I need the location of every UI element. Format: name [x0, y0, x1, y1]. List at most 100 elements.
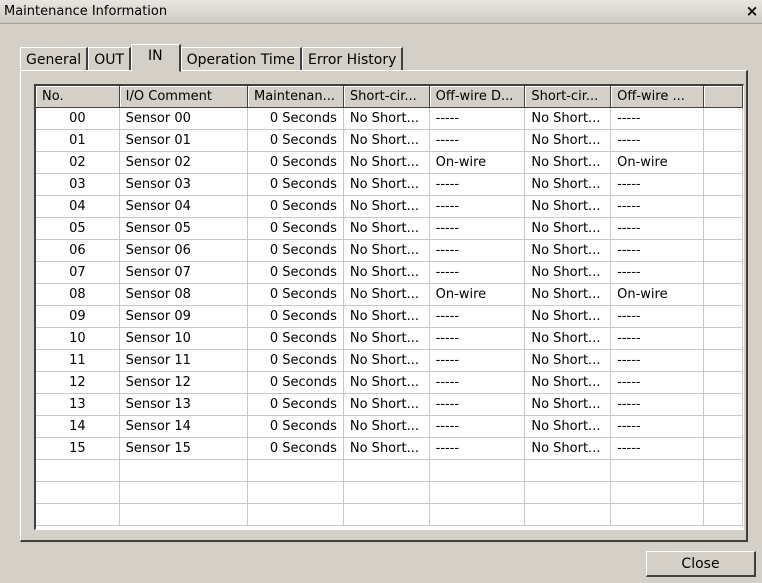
cell-filler: [703, 173, 743, 196]
cell-no: 04: [36, 195, 120, 218]
cell-maintenance: 0 Seconds: [247, 283, 344, 306]
title-bar: Maintenance Information ×: [0, 0, 762, 24]
cell-io-comment: Sensor 10: [119, 327, 249, 350]
empty-cell: [343, 481, 430, 504]
cell-off-wire: -----: [429, 349, 526, 372]
cell-short-circuit-2: No Short...: [524, 283, 612, 306]
table-row[interactable]: 07 Sensor 07 0 Seconds No Short... ----- No S…: [36, 261, 743, 284]
cell-io-comment: Sensor 13: [119, 393, 249, 416]
table-row[interactable]: 15 Sensor 15 0 Seconds No Short... ----- No S…: [36, 437, 743, 460]
empty-cell: [36, 459, 120, 482]
table-row[interactable]: 00 Sensor 00 0 Seconds No Short... ----- No S…: [36, 107, 743, 130]
table-row[interactable]: 05 Sensor 05 0 Seconds No Short... ----- No S…: [36, 217, 743, 240]
column-header-maintenance[interactable]: Maintenan...: [247, 86, 344, 108]
tab-in[interactable]: IN: [131, 44, 181, 72]
tab-out[interactable]: OUT: [88, 47, 132, 71]
table-row[interactable]: 12 Sensor 12 0 Seconds No Short... ----- No S…: [36, 371, 743, 394]
cell-off-wire: -----: [429, 437, 526, 460]
cell-short-circuit: No Short...: [343, 371, 430, 394]
cell-off-wire-2: -----: [610, 437, 705, 460]
empty-row: [36, 459, 743, 482]
empty-cell: [524, 503, 612, 526]
table-row[interactable]: 13 Sensor 13 0 Seconds No Short... ----- No S…: [36, 393, 743, 416]
cell-io-comment: Sensor 02: [119, 151, 249, 174]
empty-cell: [429, 459, 526, 482]
empty-cell: [343, 503, 430, 526]
sensor-grid[interactable]: No. I/O Comment Maintenan... Short-cir..…: [34, 84, 744, 530]
cell-no: 14: [36, 415, 120, 438]
table-body: 00 Sensor 00 0 Seconds No Short... ----- No S…: [36, 107, 743, 526]
cell-maintenance: 0 Seconds: [247, 393, 344, 416]
cell-filler: [703, 151, 743, 174]
table-row[interactable]: 09 Sensor 09 0 Seconds No Short... ----- No S…: [36, 305, 743, 328]
column-header-io-comment[interactable]: I/O Comment: [119, 86, 249, 108]
cell-off-wire: -----: [429, 195, 526, 218]
cell-short-circuit: No Short...: [343, 151, 430, 174]
cell-off-wire-2: -----: [610, 261, 705, 284]
close-button[interactable]: Close: [646, 551, 756, 577]
cell-maintenance: 0 Seconds: [247, 151, 344, 174]
cell-short-circuit-2: No Short...: [524, 107, 612, 130]
cell-io-comment: Sensor 09: [119, 305, 249, 328]
cell-no: 08: [36, 283, 120, 306]
cell-no: 12: [36, 371, 120, 394]
empty-row: [36, 503, 743, 526]
empty-cell: [524, 459, 612, 482]
tab-general[interactable]: General: [20, 47, 89, 71]
cell-no: 00: [36, 107, 120, 130]
cell-off-wire: -----: [429, 261, 526, 284]
table-row[interactable]: 14 Sensor 14 0 Seconds No Short... ----- No S…: [36, 415, 743, 438]
cell-short-circuit-2: No Short...: [524, 173, 612, 196]
cell-short-circuit: No Short...: [343, 129, 430, 152]
cell-off-wire: -----: [429, 371, 526, 394]
column-header-off-wire-2[interactable]: Off-wire ...: [610, 86, 705, 108]
tab-operation-time[interactable]: Operation Time: [180, 47, 303, 71]
empty-cell: [429, 503, 526, 526]
column-header-short-circuit[interactable]: Short-cir...: [343, 86, 430, 108]
cell-io-comment: Sensor 07: [119, 261, 249, 284]
table-row[interactable]: 01 Sensor 01 0 Seconds No Short... ----- No S…: [36, 129, 743, 152]
close-icon[interactable]: ×: [744, 3, 760, 19]
cell-no: 03: [36, 173, 120, 196]
empty-cell: [703, 459, 743, 482]
table-row[interactable]: 10 Sensor 10 0 Seconds No Short... ----- No S…: [36, 327, 743, 350]
cell-no: 05: [36, 217, 120, 240]
cell-short-circuit: No Short...: [343, 327, 430, 350]
empty-cell: [610, 481, 705, 504]
cell-off-wire: -----: [429, 107, 526, 130]
table-row[interactable]: 04 Sensor 04 0 Seconds No Short... ----- No S…: [36, 195, 743, 218]
cell-maintenance: 0 Seconds: [247, 305, 344, 328]
cell-maintenance: 0 Seconds: [247, 327, 344, 350]
cell-maintenance: 0 Seconds: [247, 195, 344, 218]
cell-no: 10: [36, 327, 120, 350]
table-row[interactable]: 02 Sensor 02 0 Seconds No Short... On-wire No…: [36, 151, 743, 174]
cell-short-circuit: No Short...: [343, 305, 430, 328]
column-header-no[interactable]: No.: [36, 86, 120, 108]
cell-off-wire-2: -----: [610, 239, 705, 262]
column-header-off-wire-detection[interactable]: Off-wire D...: [429, 86, 526, 108]
cell-io-comment: Sensor 01: [119, 129, 249, 152]
table-row[interactable]: 08 Sensor 08 0 Seconds No Short... On-wire No…: [36, 283, 743, 306]
cell-short-circuit-2: No Short...: [524, 129, 612, 152]
cell-no: 06: [36, 239, 120, 262]
cell-off-wire: -----: [429, 239, 526, 262]
cell-filler: [703, 283, 743, 306]
table-row[interactable]: 03 Sensor 03 0 Seconds No Short... ----- No S…: [36, 173, 743, 196]
cell-io-comment: Sensor 04: [119, 195, 249, 218]
cell-short-circuit: No Short...: [343, 107, 430, 130]
cell-filler: [703, 239, 743, 262]
cell-filler: [703, 371, 743, 394]
empty-cell: [247, 503, 344, 526]
cell-filler: [703, 437, 743, 460]
column-header-filler: [703, 86, 743, 108]
sensor-table: No. I/O Comment Maintenan... Short-cir..…: [36, 86, 743, 526]
cell-io-comment: Sensor 12: [119, 371, 249, 394]
empty-cell: [247, 481, 344, 504]
column-header-short-circuit-2[interactable]: Short-cir...: [524, 86, 612, 108]
tab-error-history[interactable]: Error History: [302, 47, 404, 71]
cell-off-wire-2: -----: [610, 371, 705, 394]
table-row[interactable]: 11 Sensor 11 0 Seconds No Short... ----- No S…: [36, 349, 743, 372]
table-row[interactable]: 06 Sensor 06 0 Seconds No Short... ----- No S…: [36, 239, 743, 262]
cell-short-circuit-2: No Short...: [524, 261, 612, 284]
cell-off-wire-2: -----: [610, 415, 705, 438]
